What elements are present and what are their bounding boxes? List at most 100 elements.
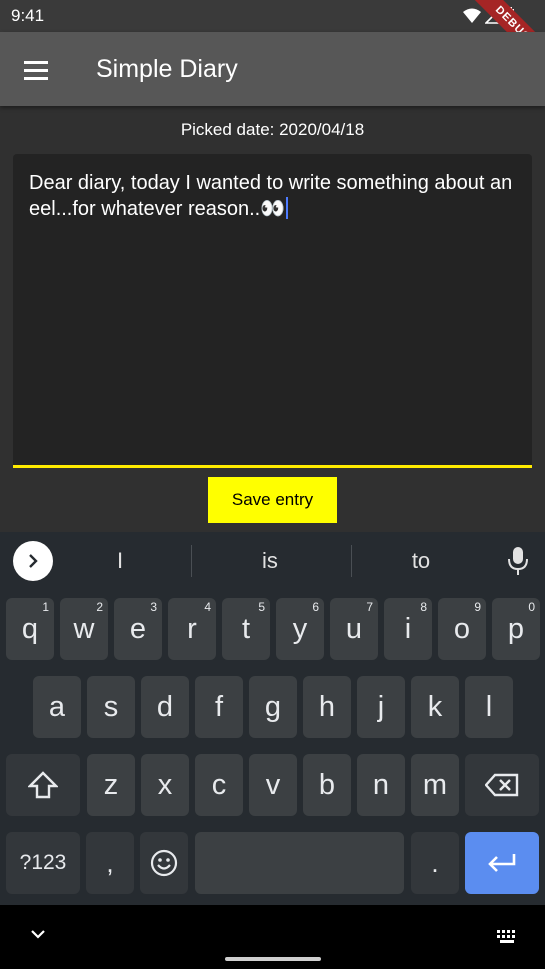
key-i[interactable]: i8: [384, 598, 432, 660]
key-number-hint: 4: [204, 600, 211, 614]
key-number-hint: 3: [150, 600, 157, 614]
status-bar: 9:41 DEBUG: [0, 0, 545, 74]
key-number-hint: 7: [366, 600, 373, 614]
navigation-bar: [0, 905, 545, 969]
key-f[interactable]: f: [195, 676, 243, 738]
key-label: k: [427, 690, 443, 723]
suggestion-2[interactable]: is: [215, 548, 325, 574]
period-key[interactable]: .: [411, 832, 459, 894]
key-l[interactable]: l: [465, 676, 513, 738]
key-label: a: [48, 690, 66, 723]
backspace-icon: [485, 773, 519, 797]
key-label: f: [214, 690, 224, 723]
shift-icon: [28, 771, 58, 799]
save-entry-button[interactable]: Save entry: [208, 477, 337, 523]
key-s[interactable]: s: [87, 676, 135, 738]
soft-keyboard: I is to q1w2e3r4t5y6u7i8o9p0asdfghjklzxc…: [0, 532, 545, 905]
suggestion-divider: [351, 545, 352, 577]
diary-entry-input[interactable]: Dear diary, today I wanted to write some…: [13, 154, 532, 468]
key-n[interactable]: n: [357, 754, 405, 816]
suggestion-3[interactable]: to: [366, 548, 476, 574]
app-screen: 9:41 DEBUG Simple Diary Picked date: 202…: [0, 0, 545, 969]
key-u[interactable]: u7: [330, 598, 378, 660]
key-label: w: [73, 612, 95, 645]
key-number-hint: 9: [474, 600, 481, 614]
key-h[interactable]: h: [303, 676, 351, 738]
emoji-key[interactable]: [140, 832, 188, 894]
key-number-hint: 0: [528, 600, 535, 614]
entry-text: Dear diary, today I wanted to write some…: [29, 172, 513, 220]
key-number-hint: 2: [96, 600, 103, 614]
key-number-hint: 1: [42, 600, 49, 614]
key-v[interactable]: v: [249, 754, 297, 816]
emoji-icon: [150, 849, 178, 877]
suggestion-bar: I is to: [0, 532, 545, 590]
key-r[interactable]: r4: [168, 598, 216, 660]
keyboard-switch-icon[interactable]: [497, 930, 519, 944]
key-label: n: [372, 768, 390, 801]
key-label: g: [264, 690, 282, 723]
key-label: x: [157, 768, 173, 801]
key-d[interactable]: d: [141, 676, 189, 738]
key-c[interactable]: c: [195, 754, 243, 816]
text-cursor: [286, 197, 289, 219]
key-label: c: [211, 768, 227, 801]
key-label: m: [422, 768, 448, 801]
key-number-hint: 8: [420, 600, 427, 614]
backspace-key[interactable]: [465, 754, 539, 816]
status-time: 9:41: [11, 6, 45, 25]
key-p[interactable]: p0: [492, 598, 540, 660]
key-j[interactable]: j: [357, 676, 405, 738]
shift-key[interactable]: [6, 754, 80, 816]
key-label: d: [156, 690, 174, 723]
suggestion-divider: [191, 545, 192, 577]
key-label: y: [292, 612, 308, 645]
key-label: q: [21, 612, 39, 645]
key-e[interactable]: e3: [114, 598, 162, 660]
microphone-icon[interactable]: [506, 546, 530, 576]
key-label: v: [265, 768, 281, 801]
key-label: e: [129, 612, 147, 645]
key-label: l: [485, 690, 493, 723]
key-q[interactable]: q1: [6, 598, 54, 660]
key-label: b: [318, 768, 336, 801]
key-g[interactable]: g: [249, 676, 297, 738]
key-label: r: [187, 612, 197, 645]
key-label: p: [507, 612, 525, 645]
home-handle[interactable]: [225, 957, 321, 961]
key-label: t: [241, 612, 251, 645]
key-label: i: [404, 612, 412, 645]
key-b[interactable]: b: [303, 754, 351, 816]
key-number-hint: 6: [312, 600, 319, 614]
comma-key[interactable]: ,: [86, 832, 134, 894]
numbers-key[interactable]: ?123: [6, 832, 80, 894]
chevron-right-icon: [29, 554, 38, 568]
key-z[interactable]: z: [87, 754, 135, 816]
key-number-hint: 5: [258, 600, 265, 614]
enter-key[interactable]: [465, 832, 539, 894]
key-k[interactable]: k: [411, 676, 459, 738]
menu-icon[interactable]: [16, 50, 56, 90]
key-label: s: [103, 690, 119, 723]
key-t[interactable]: t5: [222, 598, 270, 660]
key-label: j: [377, 690, 385, 723]
key-x[interactable]: x: [141, 754, 189, 816]
key-label: u: [345, 612, 363, 645]
wifi-icon: [463, 8, 481, 23]
app-title: Simple Diary: [96, 55, 238, 83]
key-m[interactable]: m: [411, 754, 459, 816]
key-o[interactable]: o9: [438, 598, 486, 660]
space-key[interactable]: [195, 832, 404, 894]
key-label: o: [453, 612, 471, 645]
key-label: h: [318, 690, 336, 723]
picked-date: Picked date: 2020/04/18: [180, 120, 365, 139]
expand-toolbar-button[interactable]: [13, 541, 53, 581]
suggestion-1[interactable]: I: [65, 548, 175, 574]
key-a[interactable]: a: [33, 676, 81, 738]
key-label: z: [103, 768, 119, 801]
app-bar: Simple Diary: [0, 32, 545, 106]
key-w[interactable]: w2: [60, 598, 108, 660]
chevron-down-icon[interactable]: [30, 929, 46, 939]
enter-icon: [488, 854, 516, 872]
key-y[interactable]: y6: [276, 598, 324, 660]
